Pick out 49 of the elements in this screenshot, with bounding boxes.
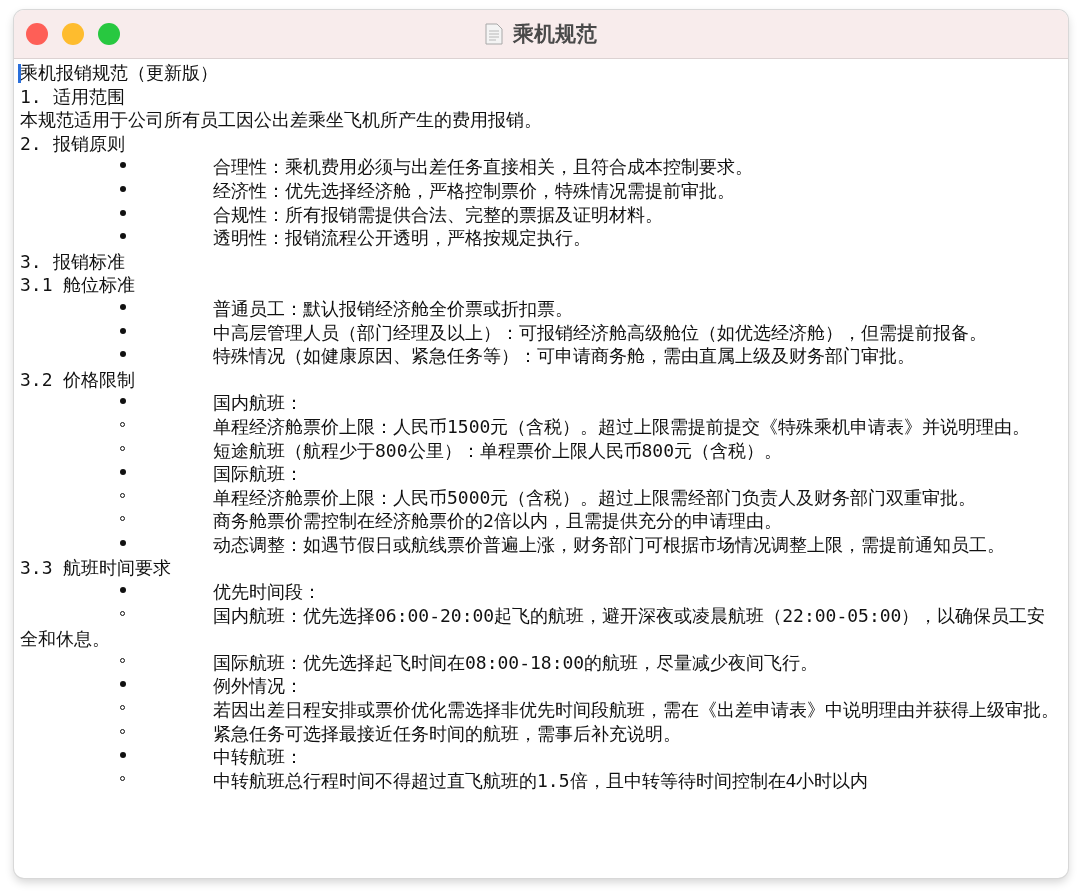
- close-button[interactable]: [26, 23, 48, 45]
- text-line: 3.3 航班时间要求: [20, 557, 172, 579]
- bullet-icon: [120, 681, 126, 688]
- text-line: 本规范适用于公司所有员工因公出差乘坐飞机所产生的费用报销。: [20, 109, 542, 131]
- bullet-icon: [120, 752, 126, 759]
- bullet-icon: [120, 351, 126, 358]
- list-item-text: 中转航班总行程时间不得超过直飞航班的1.5倍，且中转等待时间控制在4小时以内: [20, 768, 1062, 793]
- list-item-text: 经济性：优先选择经济舱，严格控制票价，特殊情况需提前审批。: [20, 178, 1062, 203]
- list-item-text: 普通员工：默认报销经济舱全价票或折扣票。: [20, 296, 1062, 321]
- text-line: 3.1 舱位标准: [20, 274, 136, 296]
- list-item-text: 例外情况：: [20, 674, 1062, 699]
- document-icon: [485, 23, 503, 45]
- text-cursor: [18, 64, 21, 83]
- list-item-text: 国内航班：: [20, 391, 1062, 415]
- list-item-text: 中高层管理人员（部门经理及以上）：可报销经济舱高级舱位（如优选经济舱），但需提前报备。: [20, 320, 1062, 345]
- list-item-text: 合理性：乘机费用必须与出差任务直接相关，且符合成本控制要求。: [20, 155, 1062, 179]
- bullet-icon: [120, 539, 126, 546]
- list-item-text: 紧急任务可选择最接近任务时间的航班，需事后补充说明。: [20, 721, 1062, 746]
- list-item-text: 单程经济舱票价上限：人民币5000元（含税）。超过上限需经部门负责人及财务部门双重审批。: [20, 485, 1062, 510]
- bullet-icon: [120, 209, 126, 216]
- bullet-icon: [120, 587, 126, 594]
- list-item-text: 国内航班：优先选择06:00-20:00起飞的航班，避开深夜或凌晨航班（22:00-05:00），以确保员工安全和休息。: [20, 603, 1047, 651]
- zoom-button[interactable]: [98, 23, 120, 45]
- list-item-text: 中转航班：: [20, 745, 1062, 769]
- window-title: 乘机规范: [513, 21, 597, 48]
- list-item-text: 优先时间段：: [20, 580, 1062, 604]
- text-line: 2. 报销原则: [20, 132, 125, 154]
- minimize-button[interactable]: [62, 23, 84, 45]
- bullet-icon: [120, 398, 126, 405]
- bullet-icon: [120, 233, 126, 240]
- list-item-text: 合规性：所有报销需提供合法、完整的票据及证明材料。: [20, 202, 1062, 227]
- text-line: 3. 报销标准: [20, 250, 125, 272]
- list-item-text: 国际航班：: [20, 462, 1062, 486]
- list-item-text: 单程经济舱票价上限：人民币1500元（含税）。超过上限需提前提交《特殊乘机申请表》并说明理由。: [20, 414, 1062, 439]
- bullet-icon: [120, 162, 126, 169]
- bullet-icon: [120, 185, 126, 192]
- bullet-icon: [120, 469, 126, 476]
- text-line: 1. 适用范围: [20, 85, 125, 107]
- bullet-icon: [120, 303, 126, 310]
- bullet-icon: [120, 327, 126, 334]
- list-item-text: 特殊情况（如健康原因、紧急任务等）：可申请商务舱，需由直属上级及财务部门审批。: [20, 344, 1062, 368]
- list-item-text: 短途航班（航程少于800公里）：单程票价上限人民币800元（含税）。: [20, 438, 1062, 463]
- text-line: 3.2 价格限制: [20, 368, 136, 390]
- list-item-text: 若因出差日程安排或票价优化需选择非优先时间段航班，需在《出差申请表》中说明理由并获得上级审批。: [20, 698, 1062, 722]
- list-item-text: 商务舱票价需控制在经济舱票价的2倍以内，且需提供充分的申请理由。: [20, 509, 1062, 533]
- list-item-text: 动态调整：如遇节假日或航线票价普遍上涨，财务部门可根据市场情况调整上限，需提前通知员工。: [20, 532, 1062, 557]
- text-line: 乘机报销规范（更新版）: [20, 62, 218, 83]
- list-item-text: 国际航班：优先选择起飞时间在08:00-18:00的航班，尽量减少夜间飞行。: [20, 650, 1062, 675]
- list-item-text: 透明性：报销流程公开透明，严格按规定执行。: [20, 226, 1062, 250]
